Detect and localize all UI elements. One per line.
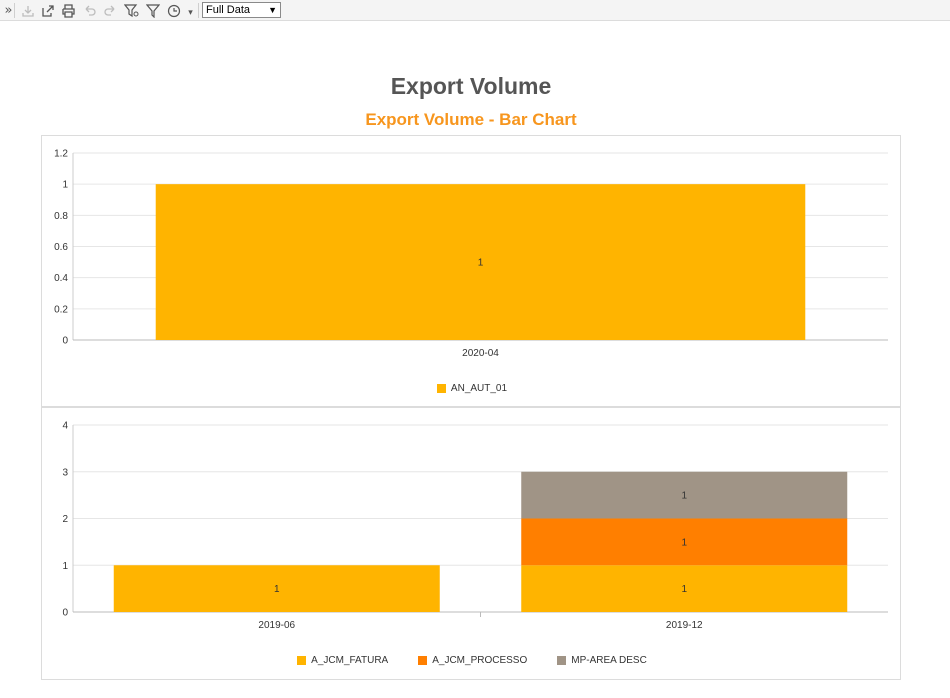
data-label: 1 [681,584,687,595]
y-tick-label: 1 [62,561,68,572]
chevron-down-icon: ▼ [268,5,277,15]
clock-dropdown-icon[interactable]: ▾ [182,5,199,22]
toolbar-divider [14,3,15,18]
undo-icon[interactable] [81,2,98,19]
print-icon[interactable] [60,2,77,19]
chart-2: 0 1 2 3 4 1 2019-06 1 1 1 2019-12 [62,421,888,631]
legend-swatch [557,656,567,665]
export-icon[interactable] [39,2,56,19]
legend-swatch [297,656,307,665]
data-label: 1 [478,258,484,269]
toolbar-divider [198,3,199,18]
data-label: 1 [681,491,687,502]
chart-panel-2: 0 1 2 3 4 1 2019-06 1 1 1 2019-12 A_JCM_FATURA A_JC… [41,407,901,680]
toolbar: » ▾ Full Data ▼ [0,0,950,21]
download-icon[interactable] [19,2,36,19]
clock-icon[interactable] [165,2,182,19]
legend-item[interactable]: A_JCM_FATURA [297,655,388,666]
legend-1: AN_AUT_01 [42,383,902,394]
page-title: Export Volume [390,73,552,99]
x-tick-label: 2019-06 [258,620,295,631]
legend-label: A_JCM_FATURA [311,655,389,666]
y-tick-label: 0.6 [54,242,68,253]
chart-1: 0 0.2 0.4 0.6 0.8 1 1.2 1 2020-04 [54,149,888,359]
legend-label: AN_AUT_01 [450,383,508,394]
y-tick-label: 0 [62,336,68,347]
y-tick-label: 0.8 [54,211,68,222]
x-tick-label: 2020-04 [462,348,499,359]
x-tick-label: 2019-12 [666,620,703,631]
view-select-value: Full Data [206,4,251,16]
filter-settings-icon[interactable] [123,2,140,19]
y-tick-label: 0.4 [54,273,68,284]
data-label: 1 [274,584,280,595]
view-select[interactable]: Full Data ▼ [202,2,281,18]
legend-item[interactable]: AN_AUT_01 [436,383,508,394]
data-label: 1 [681,537,687,548]
legend-label: MP-AREA DESC [571,655,647,666]
legend-item[interactable]: A_JCM_PROCESSO [418,655,527,666]
y-tick-label: 0 [62,608,68,619]
legend-label: A_JCM_PROCESSO [432,655,528,666]
y-tick-label: 3 [62,467,68,478]
y-tick-label: 4 [62,421,68,432]
y-tick-label: 0.2 [54,304,68,315]
chart-subtitle: Export Volume - Bar Chart [365,110,577,129]
legend-swatch [436,384,446,393]
legend-item[interactable]: MP-AREA DESC [557,655,647,666]
chart-panel-1: 0 0.2 0.4 0.6 0.8 1 1.2 1 2020-04 AN_AUT_01 [41,135,901,407]
legend-2: A_JCM_FATURA A_JCM_PROCESSO MP-AREA DESC [42,655,902,666]
y-tick-label: 1.2 [54,149,68,160]
redo-icon[interactable] [101,2,118,19]
legend-swatch [418,656,428,665]
y-tick-label: 2 [62,514,68,525]
y-tick-label: 1 [62,180,68,191]
filter-icon[interactable] [144,2,161,19]
